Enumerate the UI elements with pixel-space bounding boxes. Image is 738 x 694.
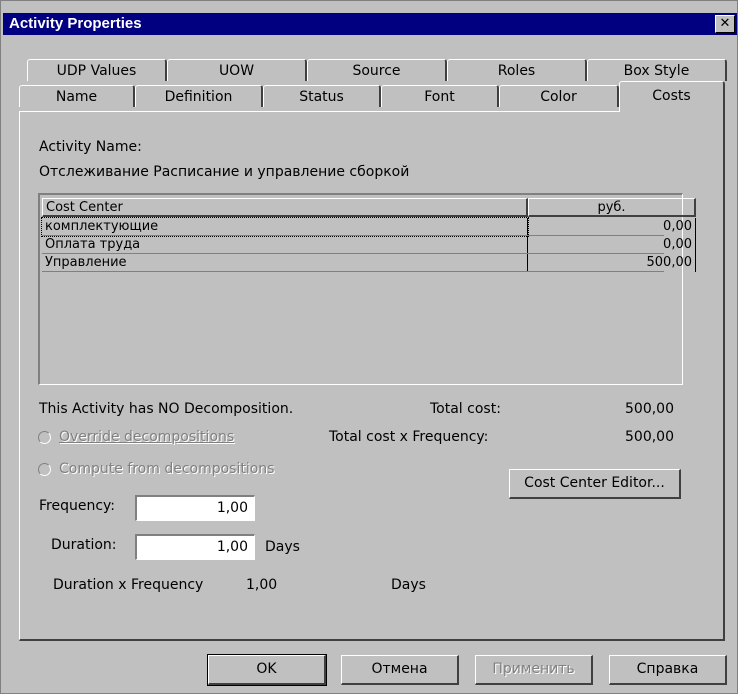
tab-box-style[interactable]: Box Style bbox=[587, 59, 727, 81]
duration-x-frequency-label: Duration x Frequency bbox=[53, 577, 204, 593]
tab-source[interactable]: Source bbox=[307, 59, 447, 81]
tab-color[interactable]: Color bbox=[499, 85, 619, 107]
title-bar[interactable]: Activity Properties ✕ bbox=[3, 13, 737, 35]
tab-name[interactable]: Name bbox=[19, 85, 135, 107]
cost-center-editor-button[interactable]: Cost Center Editor... bbox=[509, 469, 681, 499]
table-row-value[interactable]: 500,00 bbox=[528, 254, 696, 272]
tab-uow[interactable]: UOW bbox=[167, 59, 307, 81]
duration-x-frequency-unit: Days bbox=[391, 577, 426, 593]
total-cost-label: Total cost: bbox=[430, 401, 501, 417]
decomposition-status: This Activity has NO Decomposition. bbox=[39, 401, 294, 417]
close-icon: ✕ bbox=[719, 16, 731, 31]
frequency-field[interactable]: 1,00 bbox=[135, 495, 255, 521]
tab-costs[interactable]: Costs bbox=[619, 81, 725, 112]
activity-properties-dialog: Activity Properties ✕ UDP Values UOW Sou… bbox=[0, 0, 738, 694]
table-row-name[interactable]: комплектующие bbox=[41, 217, 529, 237]
duration-unit: Days bbox=[265, 539, 300, 555]
cost-center-table[interactable]: Cost Center руб. комплектующие 0,00 Опла… bbox=[38, 193, 696, 385]
apply-button[interactable]: Применить bbox=[475, 655, 593, 685]
tab-udp-values[interactable]: UDP Values bbox=[27, 59, 167, 81]
column-header-cost-center[interactable]: Cost Center bbox=[42, 198, 528, 217]
activity-name-value: Отслеживание Расписание и управление сбо… bbox=[39, 164, 410, 180]
total-cost-frequency-label: Total cost x Frequency: bbox=[329, 429, 489, 445]
tab-roles[interactable]: Roles bbox=[447, 59, 587, 81]
ok-button[interactable]: OK bbox=[207, 654, 327, 686]
tab-status[interactable]: Status bbox=[263, 85, 381, 107]
duration-label: Duration: bbox=[51, 537, 117, 553]
compute-decompositions-label: Compute from decompositions bbox=[59, 461, 275, 477]
row-divider bbox=[42, 271, 664, 272]
column-header-currency[interactable]: руб. bbox=[528, 198, 696, 217]
frequency-label: Frequency: bbox=[39, 498, 116, 514]
tab-definition[interactable]: Definition bbox=[135, 85, 263, 107]
table-row-value[interactable]: 0,00 bbox=[528, 236, 696, 254]
compute-decompositions-radio[interactable] bbox=[38, 463, 51, 476]
duration-x-frequency-value: 1,00 bbox=[246, 577, 278, 593]
help-button[interactable]: Справка bbox=[609, 655, 727, 685]
override-decompositions-label: Override decompositions bbox=[59, 429, 235, 445]
window-title: Activity Properties bbox=[9, 15, 142, 32]
activity-name-label: Activity Name: bbox=[39, 139, 142, 155]
total-cost-value: 500,00 bbox=[625, 401, 674, 417]
table-row-name[interactable]: Оплата труда bbox=[42, 236, 528, 254]
tab-font[interactable]: Font bbox=[381, 85, 499, 107]
total-cost-frequency-value: 500,00 bbox=[625, 429, 674, 445]
table-row-value[interactable]: 0,00 bbox=[528, 218, 696, 236]
close-button[interactable]: ✕ bbox=[715, 15, 735, 33]
override-decompositions-radio[interactable] bbox=[38, 431, 51, 444]
duration-field[interactable]: 1,00 bbox=[135, 534, 255, 560]
table-row-name[interactable]: Управление bbox=[42, 254, 528, 272]
cancel-button[interactable]: Отмена bbox=[341, 655, 459, 685]
